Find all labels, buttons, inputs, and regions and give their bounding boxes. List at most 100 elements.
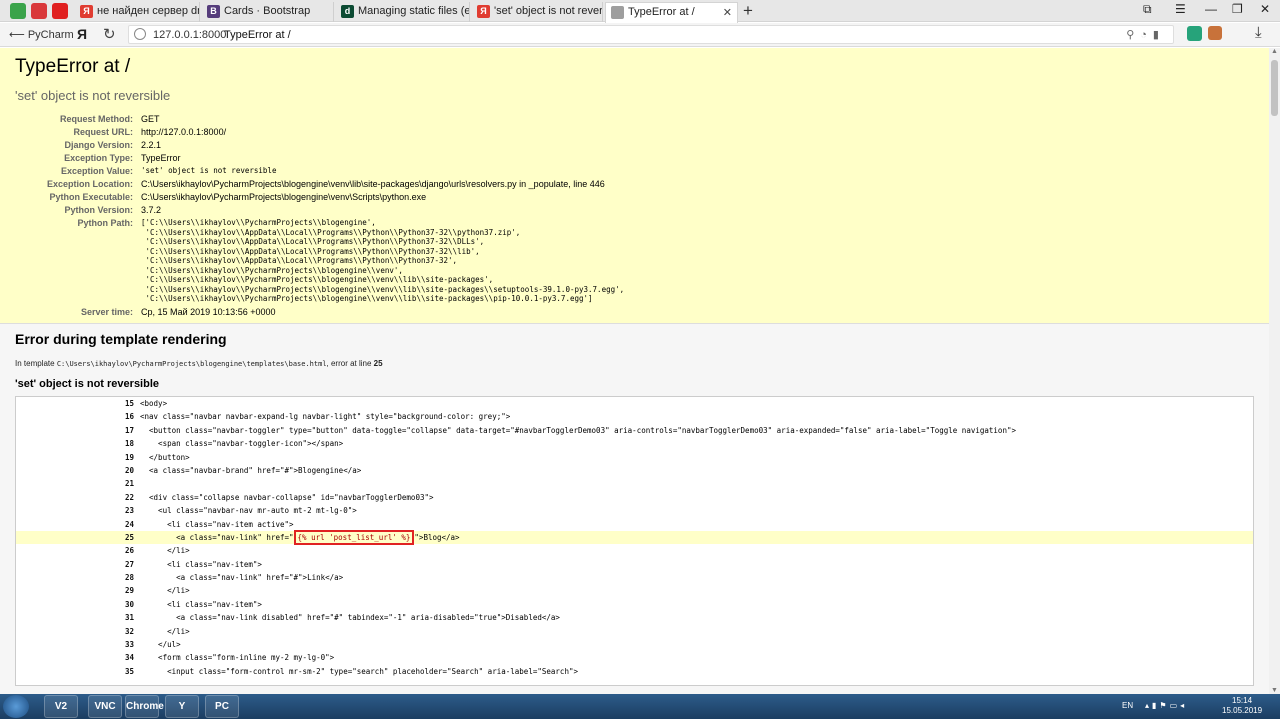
meta-key: Python Path: [77, 218, 134, 228]
youtube-icon[interactable] [52, 3, 68, 19]
source-line: 23 <ul class="navbar-nav mr-auto mt-2 mt… [16, 504, 1253, 517]
line-number: 20 [124, 465, 134, 475]
tab-favicon-icon [611, 6, 624, 19]
close-tab-icon[interactable]: ✕ [723, 6, 732, 19]
page-title: TypeError at / [15, 56, 131, 77]
template-section: Error during template rendering In templ… [0, 324, 1269, 694]
request-meta-table: Request Method: GET Request URL: http://127… [15, 113, 624, 319]
meta-row: Exception Type: TypeError [15, 152, 624, 165]
template-intro: In template C:\Users\ikhaylov\PycharmPro… [15, 359, 1254, 368]
source-line: 20 <a class="navbar-brand" href="#">Blog… [16, 464, 1253, 477]
meta-value: Ср, 15 Май 2019 10:13:56 +0000 [141, 306, 276, 317]
line-code: <div class="collapse navbar-collapse" id… [140, 492, 434, 502]
close-window-button[interactable]: ✕ [1260, 2, 1270, 16]
vertical-scrollbar[interactable]: ▲ ▼ [1269, 48, 1280, 694]
tab-3[interactable]: d Managing static files (e.g. i [336, 2, 470, 22]
source-line: 18 <span class="navbar-toggler-icon"></s… [16, 437, 1253, 450]
meta-value: 2.2.1 [141, 140, 162, 150]
vnc-app-icon[interactable]: VNC [88, 695, 122, 718]
page-viewport: TypeError at / 'set' object is not rever… [0, 48, 1269, 694]
source-line: 21 [16, 477, 1253, 490]
scroll-thumb[interactable] [1271, 60, 1278, 116]
meta-row: Request Method: GET [15, 113, 624, 126]
tab-favicon-icon: Я [80, 5, 93, 18]
template-error-heading: Error during template rendering [15, 331, 227, 347]
pinned-tab-icon[interactable] [10, 3, 26, 19]
tab-4[interactable]: Я 'set' object is not reversible [472, 2, 603, 22]
source-line: 15 <body> [16, 397, 1253, 410]
language-indicator[interactable]: EN [1122, 701, 1133, 710]
download-icon[interactable]: ⤓ [1255, 24, 1262, 41]
line-code: <li class="nav-item"> [140, 599, 262, 609]
tab-2[interactable]: B Cards · Bootstrap [202, 2, 334, 22]
v2-app-icon[interactable]: V2 [44, 695, 78, 718]
taskbar: V2 VNC Chrome Y PC EN ▴▮⚑▭◂ 15:14 15.05.2019 [0, 694, 1280, 719]
bookmarks-icon[interactable]: ⧉ [1143, 2, 1152, 17]
line-number: 33 [124, 640, 134, 650]
extension-icon[interactable] [1187, 26, 1202, 41]
meta-value: C:\Users\ikhaylov\PycharmProjects\blogen… [141, 179, 605, 189]
meta-key: Exception Value: [60, 166, 133, 176]
tab-favicon-icon: Я [477, 5, 490, 18]
source-line: 27 <li class="nav-item"> [16, 558, 1253, 571]
line-number: 26 [124, 546, 134, 556]
meta-row: Server time: Ср, 15 Май 2019 10:13:56 +00… [15, 306, 624, 319]
line-number: 15 [124, 399, 134, 408]
tab-1[interactable]: Яне найден сервер dns на з [75, 2, 200, 22]
line-code: <li class="nav-item active"> [140, 519, 294, 529]
meta-row: Python Executable: C:\Users\ikhaylov\Pych… [15, 191, 624, 204]
meta-value: C:\Users\ikhaylov\PycharmProjects\blogen… [141, 192, 427, 202]
line-code: <a class="nav-link" href="#">Link</a> [140, 573, 344, 583]
reload-icon[interactable]: ↻ [103, 25, 116, 43]
line-number: 18 [124, 439, 134, 449]
meta-row: Exception Value: 'set' object is not reve… [15, 165, 624, 178]
scroll-down-icon[interactable]: ▼ [1271, 687, 1278, 694]
line-code: <a class="navbar-brand" href="#">Blogeng… [140, 465, 362, 475]
source-line: 17 <button class="navbar-toggler" type="… [16, 424, 1253, 437]
scroll-up-icon[interactable]: ▲ [1271, 48, 1278, 55]
line-number: 24 [124, 519, 134, 529]
meta-key: Python Version: [64, 205, 133, 215]
tray-icons[interactable]: ▴▮⚑▭◂ [1145, 701, 1187, 710]
line-number: 16 [124, 412, 134, 422]
pycharm-app-icon[interactable]: PC [205, 695, 239, 718]
template-error-message: 'set' object is not reversible [15, 378, 160, 390]
back-button[interactable]: ⟵ PyCharm [9, 28, 74, 41]
line-number: 35 [124, 666, 134, 676]
start-button[interactable] [3, 695, 29, 718]
line-code: <li class="nav-item"> [140, 559, 262, 569]
line-code: <input class="form-control mr-sm-2" type… [140, 666, 578, 676]
line-number: 32 [124, 626, 134, 636]
menu-icon[interactable]: ☰ [1175, 2, 1186, 16]
template-source: 15 <body> 16 <nav class="navbar navbar-expa… [15, 396, 1254, 686]
address-actions-icon[interactable]: ⚲◔▮ [1126, 28, 1165, 41]
line-number: 17 [124, 425, 134, 435]
line-number: 31 [124, 613, 134, 623]
tab-5[interactable]: TypeError at / ✕ [605, 2, 738, 23]
minimize-button[interactable]: — [1205, 2, 1217, 16]
site-info-icon[interactable] [134, 28, 146, 40]
line-number: 29 [124, 586, 134, 596]
new-tab-button[interactable]: + [743, 1, 753, 21]
line-code: </ul> [140, 640, 181, 650]
maximize-button[interactable]: ❐ [1232, 2, 1243, 16]
tab-label: не найден сервер dns на з [97, 5, 199, 17]
line-code: <button class="navbar-toggler" type="but… [140, 425, 1016, 435]
back-label: PyCharm [27, 29, 74, 41]
yandex-icon[interactable]: Я [77, 26, 87, 42]
chrome-app-icon[interactable]: Chrome [125, 695, 164, 718]
error-line-number: 25 [373, 359, 383, 368]
line-code: <span class="navbar-toggler-icon"></span… [140, 439, 344, 449]
url-field[interactable]: 127.0.0.1:8000 TypeError at / ⚲◔▮ [128, 25, 1174, 44]
extension-icon[interactable] [1208, 26, 1222, 40]
source-line: 26 </li> [16, 544, 1253, 557]
yandex-app-icon[interactable]: Y [165, 695, 199, 718]
pinned-tab-icon[interactable] [31, 3, 47, 19]
line-number: 25 [124, 532, 134, 542]
source-line: 30 <li class="nav-item"> [16, 598, 1253, 611]
line-code: </li> [140, 546, 190, 556]
line-code: <a class="nav-link disabled" href="#" ta… [140, 613, 560, 623]
clock[interactable]: 15:14 15.05.2019 [1222, 696, 1262, 716]
line-number: 30 [124, 599, 134, 609]
address-bar: ⟵ PyCharm Я ↻ 127.0.0.1:8000 TypeError a… [0, 23, 1280, 47]
